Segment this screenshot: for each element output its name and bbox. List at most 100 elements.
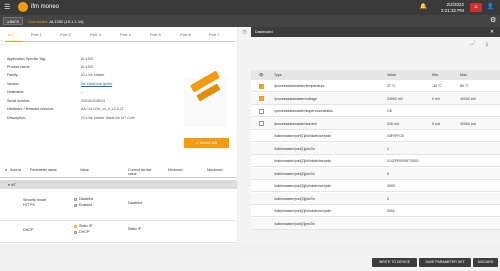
app-title: ifm moneo — [31, 4, 60, 10]
save-parameter-set-button[interactable]: SAVE PARAMETER SET — [419, 258, 471, 267]
top-bar: ☰ ifm moneo 2/2/2022 2:21:32 PM 🔔 11 👤 — [0, 0, 500, 15]
time-text: 2:21:32 PM — [440, 7, 464, 13]
cell-type: /iolinkmaster/port[1]/pin2in — [274, 146, 315, 151]
connected-value: AL1352 (10.1.1.14) — [49, 18, 84, 24]
param-name: Security mode HTTPS — [23, 198, 46, 207]
tab-port-6[interactable]: Port 6 — [180, 32, 191, 37]
dashboard-row: /processdatamaster/supervisionstatus OK — [251, 105, 500, 117]
tab-port-7[interactable]: Port 7 — [209, 32, 220, 37]
col-maximum: Maximum — [207, 168, 223, 172]
tab-port-1[interactable]: Port 1 — [31, 32, 42, 37]
cell-type: /iolinkmaster/port[4]/iolinkdevice/pdin — [274, 209, 332, 213]
row-checkbox[interactable] — [259, 96, 264, 101]
dashboard-row: /iolinkmaster/port[4]/iolinkdevice/pdin 0… — [251, 205, 500, 217]
back-button[interactable]: ◂ BACK — [3, 17, 23, 25]
cell-min: -30 °C — [432, 84, 442, 88]
cell-type: /iolinkmaster/port[2]/pin2in — [274, 171, 315, 176]
cell-value: OK — [387, 109, 393, 113]
dashboard-panel: ◷ Dashboard ✕ 📈 ⤓ 👁 Type Value Min. Max.… — [239, 27, 500, 271]
dashboard-title: Dashboard — [255, 30, 273, 34]
tab-port-5[interactable]: Port 5 — [150, 32, 161, 37]
col-source: Source — [10, 168, 22, 172]
app-logo — [18, 2, 28, 12]
menu-icon[interactable]: ☰ — [4, 3, 13, 12]
radio-dhcp[interactable]: DHCP — [74, 230, 89, 235]
discard-button[interactable]: DISCARD — [473, 258, 498, 267]
bell-icon[interactable]: 🔔 — [419, 3, 428, 12]
chart-icon[interactable]: 📈 — [469, 41, 477, 49]
param-group-iot[interactable]: ▾ IoT — [0, 180, 237, 189]
cell-type: /processdatamaster/current — [274, 121, 317, 126]
current-value: Disabled — [128, 201, 142, 205]
port-tabs: IoT Port 1 Port 2 Port 3 Port 4 Port 5 P… — [5, 30, 235, 42]
device-panel: IoT Port 1 Port 2 Port 3 Port 4 Port 5 P… — [0, 27, 237, 244]
col-value: Value — [387, 73, 396, 77]
cell-value: 0 — [387, 171, 389, 176]
row-checkbox[interactable] — [259, 121, 264, 126]
close-icon[interactable]: ✕ — [490, 29, 494, 35]
cell-value: 03F0FFC6 — [387, 134, 404, 138]
device-site-button[interactable]: ⤢ Device site — [184, 138, 229, 148]
col-minimum: Minimum — [168, 168, 183, 172]
write-to-device-button[interactable]: WRITE TO DEVICE — [372, 258, 417, 267]
col-param-name: Parameter name — [30, 168, 57, 172]
cell-value: 24992 mV — [387, 96, 403, 101]
param-name: DHCP — [23, 228, 34, 232]
col-type: Type — [274, 73, 282, 77]
tab-iot[interactable]: IoT — [8, 32, 14, 37]
dashboard-row: /iolinkmaster/port[1]/iolinkdevice/pdin 0… — [251, 130, 500, 142]
tab-port-4[interactable]: Port 4 — [120, 32, 131, 37]
col-max: Max. — [460, 73, 468, 77]
cell-value: 316 mA — [387, 121, 400, 126]
dashboard-row: /processdatamaster/voltage 24992 mV 0 mV 40… — [251, 92, 500, 105]
alarm-badge[interactable]: 11 — [470, 3, 482, 12]
dashboard-grid: 👁 Type Value Min. Max. /processdatamaste… — [251, 70, 500, 230]
tab-port-3[interactable]: Port 3 — [90, 32, 101, 37]
settings-icon[interactable]: ⚙ — [490, 16, 496, 24]
cell-value: 0001 — [387, 209, 395, 213]
tab-port-2[interactable]: Port 2 — [60, 32, 71, 37]
col-value: Value — [80, 168, 89, 172]
cell-type: /processdatamaster/temperature — [274, 84, 325, 88]
radio-enabled[interactable]: Enabled — [74, 203, 92, 208]
eye-icon[interactable]: 👁 — [259, 73, 264, 77]
dashboard-row: /iolinkmaster/port[3]/pin2in 0 — [251, 192, 500, 205]
cell-type: /iolinkmaster/port[2]/iolinkdevice/pdin — [274, 159, 332, 163]
param-row-dhcp: DHCP Static IP DHCP Static IP — [0, 221, 237, 243]
device-image — [184, 70, 228, 127]
radio-disabled[interactable]: Disabled — [74, 197, 93, 202]
dashboard-row: /processdatamaster/temperature 37 °C -30 °… — [251, 80, 500, 92]
row-checkbox[interactable] — [259, 83, 264, 89]
cell-type: /iolinkmaster/port[1]/iolinkdevice/pdin — [274, 134, 332, 138]
dashboard-row: /iolinkmaster/port[2]/pin2in 0 — [251, 167, 500, 180]
param-row-https: Security mode HTTPS Disabled Enabled Disa… — [0, 193, 237, 221]
cell-value: 37 °C — [387, 84, 396, 88]
cell-value: 1 — [387, 146, 389, 151]
user-icon[interactable]: 👤 — [486, 3, 495, 12]
action-bar: WRITE TO DEVICE SAVE PARAMETER SET DISCA… — [239, 255, 500, 271]
dashboard-row: /iolinkmaster/port[1]/pin2in 1 — [251, 142, 500, 155]
cell-type: /iolinkmaster/port[3]/iolinkdevice/pdin — [274, 184, 332, 188]
cell-max: 40000 mV — [460, 96, 476, 101]
connection-bar: ◂ BACK Connected: AL1352 (10.1.1.14) ⚙ — [0, 15, 500, 27]
cell-type: /processdatamaster/voltage — [274, 96, 317, 101]
radio-static-ip[interactable]: Static IP — [74, 224, 92, 229]
dashboard-row: /iolinkmaster/port[3]/iolinkdevice/pdin 0… — [251, 180, 500, 192]
cell-type: /iolinkmaster/port[3]/pin2in — [274, 196, 315, 201]
download-icon[interactable]: ⤓ — [483, 41, 491, 49]
dashboard-row: /iolinkmaster/port[2]/iolinkdevice/pdin 0… — [251, 155, 500, 167]
connected-label: Connected: — [28, 18, 49, 24]
col-current-value: Current device value — [128, 168, 152, 176]
vendor-link[interactable]: ifm electronic gmbh — [81, 82, 181, 86]
cell-value: 0000 — [387, 184, 395, 188]
col-min: Min. — [432, 73, 439, 77]
row-checkbox[interactable] — [259, 108, 264, 114]
current-value: Static IP — [128, 227, 142, 231]
grid-header: 👁 Type Value Min. Max. — [251, 70, 500, 80]
dashboard-row: /processdatamaster/current 316 mA 0 mA 4000… — [251, 117, 500, 130]
dashboard-icon[interactable]: ◷ — [241, 29, 248, 36]
param-table-header: ◂ Source Parameter name Value Current de… — [0, 166, 237, 178]
cell-type: /processdatamaster/supervisionstatus — [274, 109, 333, 113]
cell-type: /iolinkmaster/port[4]/pin2in — [274, 221, 315, 226]
dashboard-header: Dashboard ✕ — [251, 27, 500, 37]
